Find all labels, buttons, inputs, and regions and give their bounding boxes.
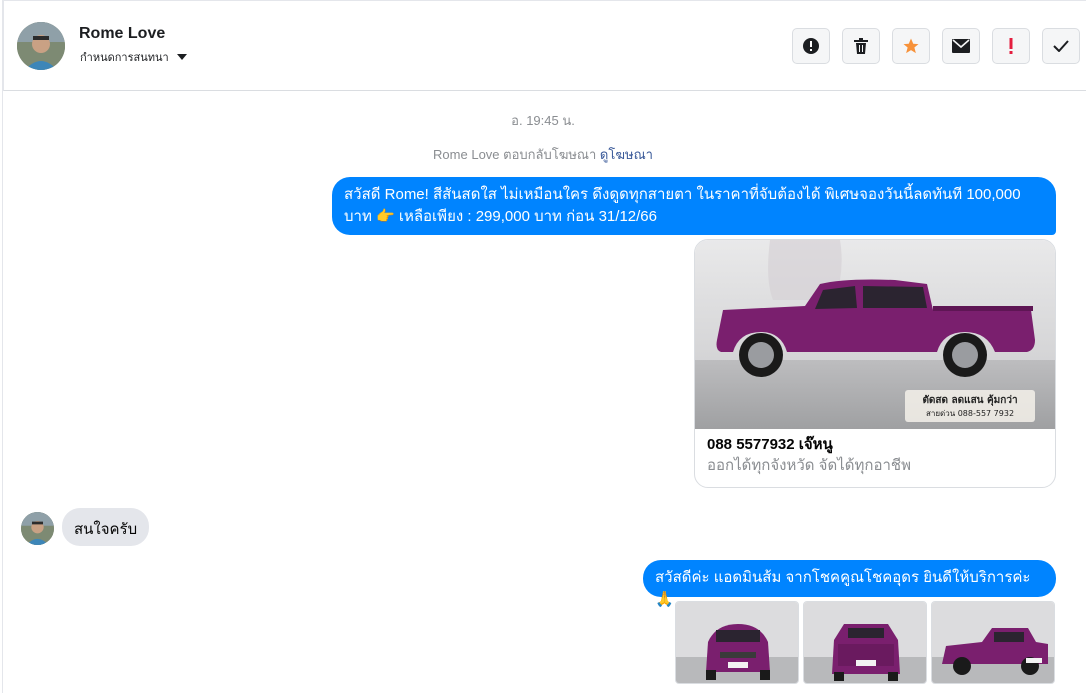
star-button[interactable] xyxy=(892,28,930,64)
conversation-settings-dropdown[interactable]: กำหนดการสนทนา xyxy=(80,48,187,66)
car-photo-front[interactable] xyxy=(675,601,799,684)
contact-avatar-small[interactable] xyxy=(21,512,54,545)
trash-icon xyxy=(854,38,868,54)
conversation-settings-label: กำหนดการสนทนา xyxy=(80,52,169,64)
ad-reply-note: Rome Love ตอบกลับโฆษณา ดูโฆษณา xyxy=(0,144,1086,165)
contact-avatar[interactable] xyxy=(17,22,65,70)
mark-done-button[interactable] xyxy=(1042,28,1080,64)
view-ad-link[interactable]: ดูโฆษณา xyxy=(600,147,653,162)
chevron-down-icon xyxy=(176,54,187,60)
mark-unread-button[interactable] xyxy=(942,28,980,64)
conversation-toolbar xyxy=(792,28,1080,64)
ad-card[interactable]: ตัดสด ลดแสน คุ้มกว่า สายด่วน 088-557 793… xyxy=(694,239,1056,488)
envelope-icon xyxy=(952,39,970,53)
alert-circle-icon xyxy=(803,38,819,54)
delete-button[interactable] xyxy=(842,28,880,64)
left-edge-divider xyxy=(0,0,3,693)
conversation-header: Rome Love กำหนดการสนทนา xyxy=(3,0,1086,91)
check-icon xyxy=(1053,40,1069,52)
ad-reply-text: Rome Love ตอบกลับโฆษณา xyxy=(433,147,597,162)
important-button[interactable] xyxy=(992,28,1030,64)
exclamation-icon xyxy=(1009,38,1013,54)
outgoing-message[interactable]: สวัสดี Rome! สีสันสดใส ไม่เหมือนใคร ดึงด… xyxy=(332,177,1056,235)
incoming-message[interactable]: สนใจครับ xyxy=(62,508,150,546)
ad-subtitle: ออกได้ทุกจังหวัด จัดได้ทุกอาชีพ xyxy=(707,457,911,474)
car-photo-rear[interactable] xyxy=(803,601,927,684)
ad-car-image: ตัดสด ลดแสน คุ้มกว่า สายด่วน 088-557 793… xyxy=(695,240,1055,429)
ad-image-caption-2: สายด่วน 088-557 7932 xyxy=(926,409,1014,418)
ad-image-caption-1: ตัดสด ลดแสน คุ้มกว่า xyxy=(922,394,1017,406)
outgoing-message-2[interactable]: สวัสดีค่ะ แอดมินส้ม จากโชคคูณโชคอุดร ยิน… xyxy=(643,560,1056,608)
image-attachments xyxy=(675,601,1055,684)
car-photo-angle[interactable] xyxy=(931,601,1055,684)
report-button[interactable] xyxy=(792,28,830,64)
message-timestamp: อ. 19:45 น. xyxy=(511,113,575,128)
contact-name[interactable]: Rome Love xyxy=(79,25,165,43)
star-icon xyxy=(903,38,919,54)
